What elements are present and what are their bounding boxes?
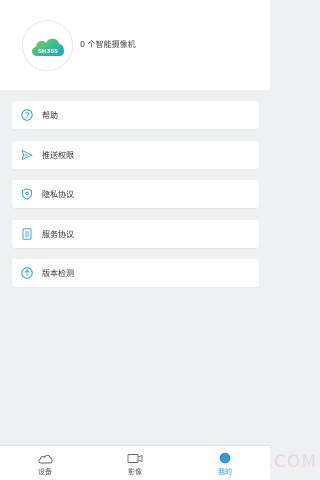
menu-item-privacy[interactable]: 隐私协议 (12, 180, 259, 208)
app-logo-avatar[interactable]: SH365 (23, 21, 72, 70)
tab-mine[interactable]: 我的 (180, 446, 270, 480)
cloud-logo-icon: SH365 (31, 38, 64, 56)
upload-icon (21, 267, 33, 279)
logo-text: SH365 (37, 49, 57, 55)
document-icon (21, 228, 33, 240)
tab-label-mine: 我的 (218, 468, 232, 476)
cloud-icon (37, 452, 53, 464)
menu-item-version-check[interactable]: 版本检测 (12, 259, 259, 287)
tab-label-media: 影像 (128, 468, 142, 476)
send-icon (21, 149, 33, 161)
shield-icon (21, 188, 33, 200)
menu-item-push-permission[interactable]: 推送权限 (12, 141, 259, 169)
video-icon (127, 452, 143, 464)
help-icon (21, 109, 33, 121)
tab-devices[interactable]: 设备 (0, 446, 90, 480)
bottom-tab-bar: 设备 影像 我的 (0, 445, 270, 480)
profile-icon (217, 452, 233, 464)
menu-label-help: 帮助 (42, 110, 58, 120)
menu-item-service-agreement[interactable]: 服务协议 (12, 220, 259, 248)
camera-count: 0 个智能摄像机 (80, 40, 136, 49)
menu-label-push-permission: 推送权限 (42, 150, 74, 160)
menu-label-service-agreement: 服务协议 (42, 229, 74, 239)
menu-item-help[interactable]: 帮助 (12, 101, 259, 129)
menu-label-version-check: 版本检测 (42, 268, 74, 278)
profile-header: SH365 0 个智能摄像机 (0, 0, 270, 90)
tab-label-devices: 设备 (38, 468, 52, 476)
tab-media[interactable]: 影像 (90, 446, 180, 480)
menu-label-privacy: 隐私协议 (42, 189, 74, 199)
